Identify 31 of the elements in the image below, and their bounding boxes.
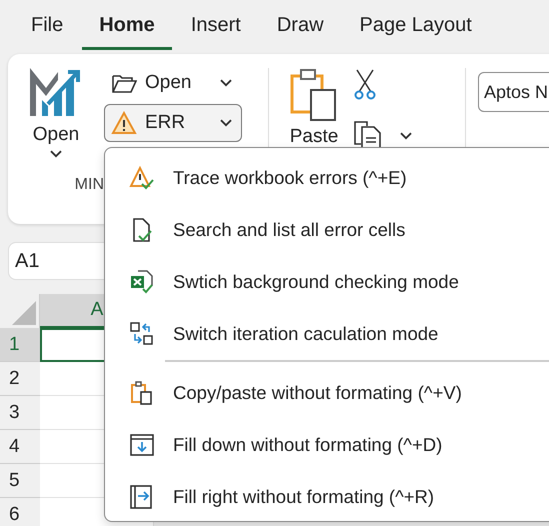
spreadsheet-check-icon (129, 269, 155, 295)
clipboard-icon (289, 68, 339, 122)
scissors-icon[interactable] (353, 68, 377, 100)
menu-item[interactable]: Copy/paste without formating (^+V) (105, 366, 549, 418)
ribbon-tab[interactable]: Insert (174, 0, 258, 50)
row-header[interactable]: 1 (0, 328, 40, 362)
folder-icon (111, 72, 137, 94)
fill-right-icon (129, 484, 155, 510)
caret-icon (399, 132, 413, 140)
menu-item[interactable]: Trace workbook errors (^+E) (105, 152, 549, 204)
caret-icon (219, 78, 233, 88)
swap-arrows-icon (129, 321, 155, 347)
menu-item[interactable]: Fill down without formating (^+D) (105, 418, 549, 470)
fill-down-icon (129, 432, 155, 458)
group-label: MIN (74, 176, 104, 194)
ribbon-tab[interactable]: Home (82, 0, 172, 50)
warning-icon (111, 111, 137, 135)
clipboard-icon (129, 380, 155, 406)
menu-item[interactable]: Fill right without formating (^+R) (105, 470, 549, 522)
caret-icon (219, 118, 233, 128)
ribbon-tab[interactable]: Page Layout (342, 0, 489, 50)
ribbon-tab[interactable]: Draw (260, 0, 341, 50)
caret-icon (49, 150, 63, 158)
err-button[interactable]: ERR (104, 104, 242, 142)
ribbon-tab[interactable]: File (14, 0, 80, 50)
open-button[interactable]: Open (28, 64, 84, 158)
open-button[interactable]: Open (104, 64, 242, 102)
menu-item[interactable]: Search and list all error cells (105, 204, 549, 256)
warning-check-icon (129, 165, 155, 191)
font-name-field[interactable]: Aptos N (478, 72, 549, 112)
corner-triangle-icon (12, 301, 36, 325)
